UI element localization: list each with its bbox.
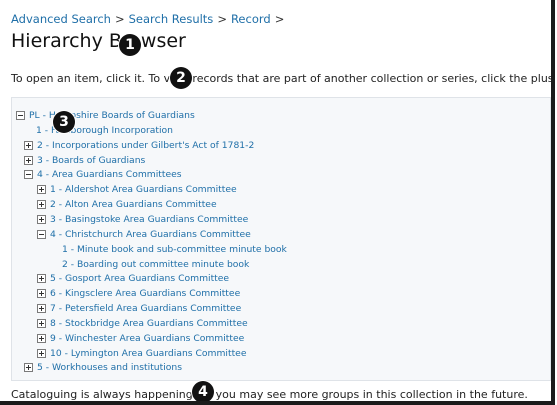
- tree-item: 8 - Stockbridge Area Guardians Committee: [37, 316, 248, 331]
- tree-item: 2 - Boarding out committee minute book: [62, 257, 249, 272]
- tree-item: 1 - Minute book and sub-committee minute…: [62, 242, 287, 257]
- tree-item-link[interactable]: 1 - Minute book and sub-committee minute…: [62, 242, 287, 257]
- breadcrumb-search-results[interactable]: Search Results: [129, 12, 214, 26]
- breadcrumb-record[interactable]: Record: [231, 12, 271, 26]
- tree-item: 2 - Incorporations under Gilbert's Act o…: [24, 138, 254, 153]
- expand-plus-icon[interactable]: [37, 214, 46, 224]
- cataloguing-note: Cataloguing is always happening, so you …: [11, 388, 528, 401]
- breadcrumb-advanced-search[interactable]: Advanced Search: [11, 12, 111, 26]
- tree-item-link[interactable]: 10 - Lymington Area Guardians Committee: [50, 346, 246, 361]
- breadcrumb: Advanced Search > Search Results > Record >: [11, 12, 288, 26]
- tree-item-link[interactable]: 4 - Christchurch Area Guardians Committe…: [50, 227, 251, 242]
- tree-item: 3 - Boards of Guardians: [24, 153, 145, 168]
- annotation-marker-4: 4: [192, 381, 214, 401]
- tree-item: 7 - Petersfield Area Guardians Committee: [37, 301, 241, 316]
- breadcrumb-separator: >: [217, 12, 227, 26]
- expand-plus-icon[interactable]: [37, 274, 46, 284]
- hierarchy-tree: PL - Hampshire Boards of Guardians 1 - Fa…: [11, 97, 551, 381]
- collapse-minus-icon[interactable]: [24, 170, 33, 180]
- collapse-minus-icon[interactable]: [16, 111, 25, 120]
- expand-plus-icon[interactable]: [37, 289, 46, 299]
- tree-item: PL - Hampshire Boards of Guardians: [16, 108, 195, 123]
- tree-item: 2 - Alton Area Guardians Committee: [37, 197, 217, 212]
- tree-item-link[interactable]: 5 - Gosport Area Guardians Committee: [50, 271, 229, 286]
- tree-item-link[interactable]: 3 - Boards of Guardians: [37, 153, 145, 168]
- tree-item-link[interactable]: 1 - Aldershot Area Guardians Committee: [50, 182, 237, 197]
- tree-item-link[interactable]: 2 - Boarding out committee minute book: [62, 257, 249, 272]
- tree-item: 6 - Kingsclere Area Guardians Committee: [37, 286, 240, 301]
- expand-plus-icon[interactable]: [37, 333, 46, 343]
- tree-item-link[interactable]: 4 - Area Guardians Committees: [37, 167, 182, 182]
- tree-item: 5 - Gosport Area Guardians Committee: [37, 271, 229, 286]
- annotation-marker-1: 1: [119, 34, 141, 56]
- tree-item: 9 - Winchester Area Guardians Committee: [37, 331, 244, 346]
- tree-item-link[interactable]: 9 - Winchester Area Guardians Committee: [50, 331, 244, 346]
- collapse-minus-icon[interactable]: [37, 229, 46, 239]
- annotation-marker-3: 3: [53, 111, 75, 133]
- expand-plus-icon[interactable]: [24, 363, 33, 373]
- expand-plus-icon[interactable]: [37, 200, 46, 210]
- annotation-marker-2: 2: [170, 67, 192, 89]
- breadcrumb-separator: >: [274, 12, 285, 26]
- tree-item: 10 - Lymington Area Guardians Committee: [37, 346, 246, 361]
- expand-plus-icon[interactable]: [37, 318, 46, 328]
- breadcrumb-separator: >: [114, 12, 125, 26]
- tree-item: 1 - Aldershot Area Guardians Committee: [37, 182, 237, 197]
- tree-item: 4 - Christchurch Area Guardians Committe…: [37, 227, 251, 242]
- tree-item-link[interactable]: 2 - Incorporations under Gilbert's Act o…: [37, 138, 254, 153]
- expand-plus-icon[interactable]: [37, 348, 46, 358]
- tree-item-link[interactable]: 2 - Alton Area Guardians Committee: [50, 197, 217, 212]
- expand-plus-icon[interactable]: [37, 304, 46, 314]
- instructions-text: To open an item, click it. To view recor…: [11, 72, 555, 85]
- tree-item: 5 - Workhouses and institutions: [24, 360, 182, 375]
- tree-item-link[interactable]: 3 - Basingstoke Area Guardians Committee: [50, 212, 248, 227]
- page-title: Hierarchy Browser: [11, 30, 186, 52]
- record-page: Advanced Search > Search Results > Record > H…: [0, 0, 555, 405]
- tree-item: 3 - Basingstoke Area Guardians Committee: [37, 212, 248, 227]
- expand-plus-icon[interactable]: [24, 140, 33, 150]
- tree-item: 4 - Area Guardians Committees: [24, 167, 182, 182]
- tree-item-link[interactable]: 6 - Kingsclere Area Guardians Committee: [50, 286, 240, 301]
- tree-item-link[interactable]: 5 - Workhouses and institutions: [37, 360, 182, 375]
- expand-plus-icon[interactable]: [24, 155, 33, 165]
- tree-item-link[interactable]: 7 - Petersfield Area Guardians Committee: [50, 301, 241, 316]
- expand-plus-icon[interactable]: [37, 185, 46, 195]
- tree-item-link[interactable]: 8 - Stockbridge Area Guardians Committee: [50, 316, 248, 331]
